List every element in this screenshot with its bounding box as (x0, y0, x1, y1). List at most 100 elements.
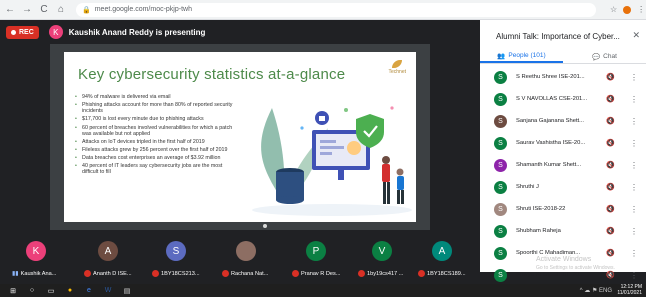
clock-date: 11/01/2021 (617, 289, 642, 296)
tab-chat[interactable]: 💬 Chat (563, 50, 646, 63)
mic-off-icon (358, 270, 365, 277)
taskbar-clock[interactable]: 12:12 PM 11/01/2021 (617, 284, 642, 296)
lock-icon: 🔒 (82, 6, 91, 14)
explorer-icon[interactable]: ▤ (121, 286, 133, 295)
avatar: S (494, 114, 507, 128)
presentation-stage: Key cybersecurity statistics at-a-glance… (0, 44, 480, 234)
mic-off-icon[interactable]: 🔇 (606, 271, 615, 279)
tab-people-label: People (101) (508, 52, 546, 59)
more-vert-icon[interactable]: ⋮ (630, 73, 638, 82)
windows-start-icon[interactable]: ⊞ (7, 286, 19, 295)
participant-name: Sravya Kottapalli ISE-20... (516, 272, 584, 278)
cybersecurity-illustration (252, 106, 412, 216)
address-bar[interactable]: 🔒 meet.google.com/moc-pkjp-twh (76, 2, 596, 17)
list-item[interactable]: S Sanjana Gajanana Shett... 🔇 ⋮ (480, 110, 646, 132)
extension-icon[interactable] (623, 5, 632, 14)
slide-bullet: Data breaches cost enterprises an averag… (74, 155, 236, 161)
participant-name: Shubham Raheja (516, 228, 561, 234)
bookmark-star-icon[interactable]: ☆ (610, 5, 617, 14)
more-vert-icon[interactable]: ⋮ (630, 117, 638, 126)
tile-name: Ananth D ISE... (93, 270, 132, 277)
tile-name: 1BY18CS213... (161, 270, 200, 277)
slide-bullet: $17,700 is lost every minute due to phis… (74, 116, 236, 122)
participant-tile[interactable]: Rachana Nat... (222, 236, 270, 282)
reload-icon[interactable]: C (37, 3, 51, 17)
tab-people[interactable]: 👥 People (101) (480, 50, 563, 63)
avatar: S (494, 180, 507, 194)
avatar: S (494, 70, 507, 84)
mic-off-icon[interactable]: 🔇 (606, 117, 615, 125)
word-icon[interactable]: W (102, 286, 114, 295)
mic-off-icon (222, 270, 229, 277)
slide: Key cybersecurity statistics at-a-glance… (64, 52, 416, 222)
watermark-line: Activate Windows (536, 256, 592, 263)
forward-icon[interactable]: → (20, 3, 34, 17)
tile-name: Rachana Nat... (231, 270, 269, 277)
list-item[interactable]: S Shamanth Kumar Shett... 🔇 ⋮ (480, 154, 646, 176)
tile-name: 1by19cs417 ... (367, 270, 404, 277)
more-vert-icon[interactable]: ⋮ (630, 95, 638, 104)
presenter-avatar: K (48, 25, 63, 39)
mic-off-icon[interactable]: 🔇 (606, 161, 615, 169)
chrome-icon[interactable]: ● (64, 286, 76, 295)
activate-windows-watermark: Activate Windows Go to Settings to activ… (536, 256, 615, 272)
slide-bullet: 60 percent of breaches involved vulnerab… (74, 125, 236, 137)
slide-bullet-list: 94% of malware is delivered via email Ph… (74, 94, 236, 178)
avatar: S (494, 268, 507, 282)
more-vert-icon[interactable]: ⋮ (630, 227, 638, 236)
people-icon: 👥 (497, 52, 506, 60)
participant-name: Shruthi J (516, 184, 539, 190)
participant-name: Shruti ISE-2018-22 (516, 206, 566, 212)
more-vert-icon[interactable]: ⋮ (630, 249, 638, 258)
tile-label: 1BY18CS213... (152, 270, 212, 277)
more-vert-icon[interactable]: ⋮ (630, 271, 638, 280)
list-item[interactable]: S Shruti ISE-2018-22 🔇 ⋮ (480, 198, 646, 220)
more-vert-icon[interactable]: ⋮ (630, 139, 638, 148)
mic-off-icon[interactable]: 🔇 (606, 205, 615, 213)
screen: ← → C ⌂ 🔒 meet.google.com/moc-pkjp-twh ☆… (0, 0, 646, 297)
watermark-line: Go to Settings to activate Windows. (536, 265, 615, 271)
list-item[interactable]: S Saurav Vashistha ISE-20... 🔇 ⋮ (480, 132, 646, 154)
avatar: V (372, 241, 392, 261)
home-icon[interactable]: ⌂ (54, 3, 68, 17)
participant-tile[interactable]: S 1BY18CS213... (152, 236, 200, 282)
system-tray[interactable]: ^ ☁ ⚑ ENG (580, 287, 612, 294)
slide-logo-text: Technet (388, 69, 406, 75)
mic-off-icon (418, 270, 425, 277)
meeting-top-bar: REC K Kaushik Anand Reddy is presenting (0, 20, 480, 44)
participant-tile[interactable]: A Ananth D ISE... (84, 236, 132, 282)
list-item[interactable]: S Shubham Raheja 🔇 ⋮ (480, 220, 646, 242)
back-icon[interactable]: ← (3, 3, 17, 17)
search-icon[interactable]: ○ (26, 286, 38, 295)
list-item[interactable]: S S Reethu Shree ISE-201... 🔇 ⋮ (480, 66, 646, 88)
mic-off-icon[interactable]: 🔇 (606, 227, 615, 235)
slide-bullet: 40 percent of IT leaders say cybersecuri… (74, 163, 236, 175)
more-vert-icon[interactable]: ⋮ (630, 205, 638, 214)
list-item[interactable]: S S V NAVOLLAS CSE-201... 🔇 ⋮ (480, 88, 646, 110)
participant-tile[interactable]: K ▮▮ Kaushik Ana... (12, 236, 60, 282)
slide-bullet: Attacks on IoT devices tripled in the fi… (74, 139, 236, 145)
task-view-icon[interactable]: ▭ (45, 286, 57, 295)
browser-tools: ☆ ⋮ (610, 5, 645, 14)
list-item[interactable]: S Shruthi J 🔇 ⋮ (480, 176, 646, 198)
recording-badge: REC (6, 25, 39, 39)
participant-strip: K ▮▮ Kaushik Ana... A Ananth D ISE... S 1… (0, 234, 480, 284)
mic-off-icon[interactable]: 🔇 (606, 95, 615, 103)
tile-name: Pranav R Des... (301, 270, 341, 277)
avatar: S (494, 136, 507, 150)
browser-toolbar: ← → C ⌂ 🔒 meet.google.com/moc-pkjp-twh ☆… (0, 0, 646, 20)
edge-icon[interactable]: e (83, 286, 95, 295)
close-icon[interactable]: ✕ (632, 30, 640, 41)
browser-menu-icon[interactable]: ⋮ (637, 5, 645, 14)
mic-off-icon[interactable]: 🔇 (606, 183, 615, 191)
participant-name: Shamanth Kumar Shett... (516, 162, 582, 168)
participant-tile[interactable]: P Pranav R Des... (292, 236, 340, 282)
chat-icon: 💬 (592, 53, 601, 61)
mic-off-icon[interactable]: 🔇 (606, 139, 615, 147)
mic-off-icon[interactable]: 🔇 (606, 73, 615, 81)
more-vert-icon[interactable]: ⋮ (630, 161, 638, 170)
more-vert-icon[interactable]: ⋮ (630, 183, 638, 192)
participant-tile[interactable]: A 1BY18CS189... (418, 236, 466, 282)
participant-tile[interactable]: V 1by19cs417 ... (358, 236, 406, 282)
tile-name: 1BY18CS189... (427, 270, 466, 277)
